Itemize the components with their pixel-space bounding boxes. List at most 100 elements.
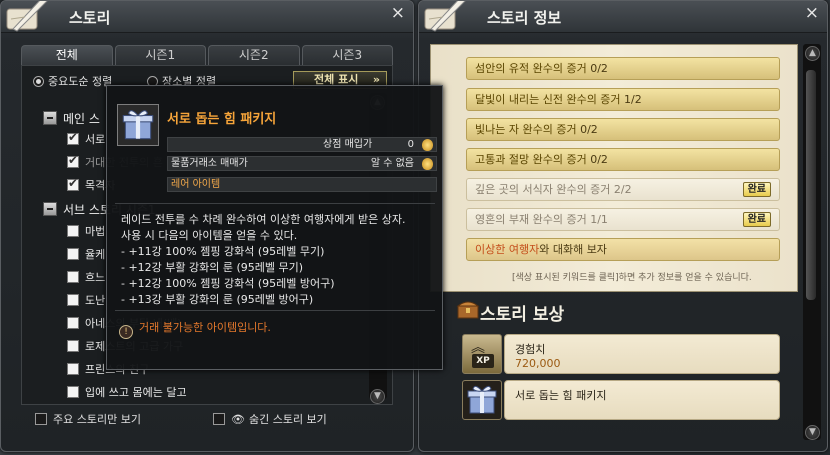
checkbox-icon[interactable] [35, 413, 47, 425]
checkbox-checked-icon[interactable] [67, 130, 79, 145]
story-item-label: 입에 쓰고 몸에는 달고 [85, 386, 187, 399]
checkbox-icon[interactable] [67, 271, 79, 283]
complete-badge: 완료 [742, 182, 771, 197]
reward-value: 720,000 [515, 357, 561, 370]
close-icon[interactable]: × [391, 3, 405, 23]
tab-season2[interactable]: 시즌2 [208, 45, 300, 65]
checkbox-icon[interactable] [67, 363, 79, 375]
story-step-2[interactable]: 달빛이 내리는 신전 완수의 증거 1/2 [466, 88, 780, 111]
checkbox-icon[interactable] [67, 340, 79, 352]
tab-all[interactable]: 전체 [21, 45, 113, 65]
trade-price-label: 물품거래소 매매가 [171, 158, 248, 169]
divider [115, 203, 435, 204]
story-keyword-link[interactable]: 이상한 여행자 [475, 243, 539, 256]
sort-importance-radio[interactable]: 중요도순 정렬 [33, 73, 112, 89]
reward-row-xp: 경험치 720,000 [504, 334, 780, 374]
tab-season1[interactable]: 시즌1 [114, 45, 206, 65]
checkbox-icon[interactable] [67, 386, 79, 398]
story-step-current[interactable]: 이상한 여행자와 대화해 보자 [466, 238, 780, 261]
tab-season3[interactable]: 시즌3 [301, 45, 393, 65]
complete-badge: 완료 [742, 212, 771, 227]
tooltip-warning: ! 거래 불가능한 아이템입니다. [119, 319, 271, 339]
story-step-5[interactable]: 깊은 곳의 서식자 완수의 증거 2/2 완료 [466, 178, 780, 201]
story-step-keyword: 고통과 절망 완수의 증거 [475, 153, 587, 166]
checkbox-icon[interactable] [213, 413, 225, 425]
item-tooltip: 서로 돕는 힘 패키지 상점 매입가 0 물품거래소 매매가 알 수 없음 레어… [106, 85, 443, 370]
story-step-progress: 1/1 [586, 213, 608, 226]
desc-line: - +12강 부활 강화의 룬 (95레벨 무기) [121, 261, 304, 274]
checkbox-icon[interactable] [67, 225, 79, 237]
reward-title: 스토리 보상 [480, 305, 565, 325]
story-item[interactable]: 서로 [67, 130, 106, 147]
story-item-label: 흐느 [85, 271, 106, 284]
story-item[interactable]: 도난 [67, 292, 105, 308]
main-only-label: 주요 스토리만 보기 [53, 413, 141, 426]
scroll-up-icon[interactable]: ▲ [805, 46, 820, 61]
lock-icon: ! [119, 325, 133, 339]
story-item-label: 율케 [85, 248, 106, 261]
story-step-keyword: 영혼의 부재 완수의 증거 [475, 213, 587, 226]
main-story-group[interactable]: 메인 스 [43, 110, 100, 127]
main-group-label: 메인 스 [63, 112, 100, 126]
story-info-title: 스토리 정보 [487, 9, 562, 27]
story-step-1[interactable]: 섬안의 유적 완수의 증거 0/2 [466, 57, 780, 80]
xp-icon: ︽ XP [462, 334, 502, 374]
shop-price-value: 0 [407, 139, 414, 150]
main-only-toggle[interactable]: 주요 스토리만 보기 [35, 411, 141, 427]
item-grade: 레어 아이템 [167, 177, 437, 192]
desc-line: - +12강 100% 젬핑 강화석 (95레벨 방어구) [121, 277, 335, 290]
hidden-story-label: 숨긴 스토리 보기 [248, 413, 327, 426]
scroll-down-icon[interactable]: ▼ [370, 389, 385, 404]
story-step-progress: 0/2 [576, 123, 598, 136]
story-step-progress: 0/2 [586, 153, 608, 166]
story-step-progress: 0/2 [586, 62, 608, 75]
gift-box-icon[interactable] [462, 380, 502, 420]
sort-importance-label: 중요도순 정렬 [48, 75, 113, 88]
reward-label: 서로 돕는 힘 패키지 [515, 389, 607, 402]
desc-line: - +11강 100% 젬핑 강화석 (95레벨 무기) [121, 245, 325, 258]
checkbox-icon[interactable] [67, 317, 79, 329]
story-item[interactable]: 마법 [67, 223, 105, 239]
checkbox-icon[interactable] [67, 294, 79, 306]
story-step-3[interactable]: 빛나는 자 완수의 증거 0/2 [466, 118, 780, 141]
story-step-keyword: 섬안의 유적 완수의 증거 [475, 62, 587, 75]
keyword-hint: [색상 표시된 키워드를 클릭]하면 추가 정보를 얻을 수 있습니다. [512, 273, 752, 283]
season-tabs: 전체 시즌1 시즌2 시즌3 [21, 45, 393, 65]
story-step-keyword: 빛나는 자 완수의 증거 [475, 123, 577, 136]
story-step-4[interactable]: 고통과 절망 완수의 증거 0/2 [466, 148, 780, 171]
story-step-keyword: 달빛이 내리는 신전 완수의 증거 [475, 93, 621, 106]
treasure-chest-icon [456, 298, 480, 325]
warning-text: 거래 불가능한 아이템입니다. [139, 321, 271, 334]
collapse-icon[interactable] [43, 111, 57, 125]
story-item[interactable]: 율케 [67, 246, 105, 262]
story-step-progress: 2/2 [610, 183, 632, 196]
checkbox-icon[interactable] [67, 248, 79, 260]
radio-on-icon [33, 76, 44, 87]
shop-price-row: 상점 매입가 0 [167, 137, 437, 152]
checkbox-checked-icon[interactable] [67, 176, 79, 191]
checkbox-checked-icon[interactable] [67, 153, 79, 168]
collapse-icon[interactable] [43, 202, 57, 216]
close-icon[interactable]: × [805, 3, 819, 23]
quill-icon [6, 1, 48, 32]
hidden-story-toggle[interactable]: 👁 숨긴 스토리 보기 [213, 411, 327, 427]
quill-icon [424, 1, 466, 32]
story-step-6[interactable]: 영혼의 부재 완수의 증거 1/1 완료 [466, 208, 780, 231]
gold-coin-icon [422, 139, 433, 151]
tooltip-item-name: 서로 돕는 힘 패키지 [167, 112, 277, 127]
story-info-header[interactable]: 스토리 정보 × [419, 1, 827, 33]
desc-line: 사용 시 다음의 아이템을 얻을 수 있다. [121, 229, 298, 242]
scroll-down-icon[interactable]: ▼ [805, 425, 820, 440]
tooltip-description: 레이드 전투를 수 차례 완수하여 이상한 여행자에게 받은 상자. 사용 시 … [121, 212, 437, 308]
story-window-header[interactable]: 스토리 × [1, 1, 413, 33]
story-item[interactable]: 입에 쓰고 몸에는 달고 [67, 384, 187, 400]
story-step-text: 와 대화해 보자 [539, 243, 607, 256]
story-step-progress: 1/2 [620, 93, 642, 106]
gift-box-icon [117, 104, 159, 146]
scroll-thumb[interactable] [806, 70, 816, 300]
story-item[interactable]: 흐느 [67, 269, 105, 285]
desc-line: - +13강 부활 강화의 룬 (95레벨 방어구) [121, 293, 314, 306]
trade-price-row: 물품거래소 매매가 알 수 없음 [167, 156, 437, 171]
story-item-label: 서로 [85, 133, 106, 146]
reward-row-package[interactable]: 서로 돕는 힘 패키지 [504, 380, 780, 420]
